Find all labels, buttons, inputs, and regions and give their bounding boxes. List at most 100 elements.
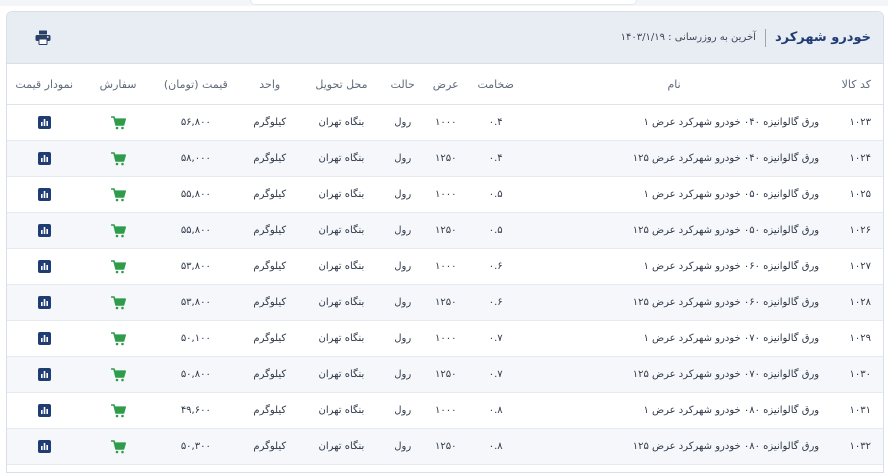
bar-chart-icon <box>37 152 51 165</box>
bar-chart-icon <box>37 224 51 237</box>
col-unit[interactable]: واحد <box>236 64 303 105</box>
product-thickness: ۰.۸ <box>466 392 526 429</box>
cart-icon <box>110 403 126 417</box>
chart-cell <box>7 320 82 357</box>
delivery-place: بنگاه تهران <box>302 392 381 429</box>
bar-chart-icon <box>37 368 51 381</box>
product-name: ورق گالوانیزه ۰۷۰ خودرو شهرکرد عرض ۱ <box>525 320 824 357</box>
product-width: ۱۲۵۰ <box>425 140 467 177</box>
order-cell <box>81 140 155 177</box>
table-row: ۱۰۲۷ ورق گالوانیزه ۰۶۰ خودرو شهرکرد عرض … <box>7 248 883 285</box>
col-thickness[interactable]: ضخامت <box>466 64 526 105</box>
price-chart-button[interactable] <box>37 368 51 381</box>
chart-cell <box>7 176 82 213</box>
table-row: ۱۰۲۸ ورق گالوانیزه ۰۶۰ خودرو شهرکرد عرض … <box>7 284 883 321</box>
order-button[interactable] <box>110 295 126 310</box>
order-cell <box>81 320 155 357</box>
bar-chart-icon <box>37 440 51 453</box>
table-row: ۱۰۲۳ ورق گالوانیزه ۰۴۰ خودرو شهرکرد عرض … <box>7 104 883 141</box>
product-name: ورق گالوانیزه ۰۴۰ خودرو شهرکرد عرض ۱ <box>525 104 824 141</box>
product-width: ۱۰۰۰ <box>425 104 467 141</box>
product-thickness: ۰.۵ <box>466 176 526 213</box>
delivery-place: بنگاه تهران <box>302 320 381 357</box>
order-button[interactable] <box>110 223 126 238</box>
bar-chart-icon <box>37 116 51 129</box>
price-chart-button[interactable] <box>37 188 51 201</box>
col-price[interactable]: قیمت (تومان) <box>154 64 237 105</box>
product-code: ۱۰۲۶ <box>823 212 883 249</box>
order-cell <box>81 392 155 429</box>
order-button[interactable] <box>110 187 126 202</box>
product-price: ۵۰,۱۰۰ <box>154 320 237 357</box>
cart-icon <box>110 187 126 201</box>
delivery-place: بنگاه تهران <box>302 176 381 213</box>
price-chart-button[interactable] <box>37 152 51 165</box>
product-state: رول <box>380 212 426 249</box>
product-unit: کیلوگرم <box>236 284 303 321</box>
product-width: ۱۲۵۰ <box>425 356 467 393</box>
product-code: ۱۰۲۸ <box>823 284 883 321</box>
chart-cell <box>7 428 82 465</box>
order-button[interactable] <box>110 115 126 130</box>
product-width: ۱۲۵۰ <box>425 284 467 321</box>
delivery-place: بنگاه تهران <box>302 428 381 465</box>
order-cell <box>81 176 155 213</box>
product-name: ورق گالوانیزه ۰۴۰ خودرو شهرکرد عرض ۱۲۵ <box>525 140 824 177</box>
bar-chart-icon <box>37 404 51 417</box>
product-unit: کیلوگرم <box>236 356 303 393</box>
product-unit: کیلوگرم <box>236 320 303 357</box>
price-chart-button[interactable] <box>37 260 51 273</box>
product-width: ۱۰۰۰ <box>425 248 467 285</box>
product-thickness: ۰.۷ <box>466 356 526 393</box>
product-unit: کیلوگرم <box>236 248 303 285</box>
chart-cell <box>7 392 82 429</box>
order-button[interactable] <box>110 259 126 274</box>
page-title: خودرو شهرکرد <box>774 30 871 45</box>
delivery-place: بنگاه تهران <box>302 212 381 249</box>
product-state: رول <box>380 176 426 213</box>
col-width[interactable]: عرض <box>425 64 467 105</box>
col-place[interactable]: محل تحویل <box>302 64 381 105</box>
chart-cell <box>7 140 82 177</box>
price-chart-button[interactable] <box>37 224 51 237</box>
bar-chart-icon <box>37 260 51 273</box>
col-state[interactable]: حالت <box>380 64 426 105</box>
delivery-place: بنگاه تهران <box>302 284 381 321</box>
order-button[interactable] <box>110 367 126 382</box>
table-row: ۱۰۲۵ ورق گالوانیزه ۰۵۰ خودرو شهرکرد عرض … <box>7 176 883 213</box>
price-chart-button[interactable] <box>37 116 51 129</box>
order-button[interactable] <box>110 331 126 346</box>
delivery-place: بنگاه تهران <box>302 248 381 285</box>
order-button[interactable] <box>110 403 126 418</box>
product-name: ورق گالوانیزه ۰۶۰ خودرو شهرکرد عرض ۱ <box>525 248 824 285</box>
cart-icon <box>110 439 126 453</box>
price-chart-button[interactable] <box>37 440 51 453</box>
print-button[interactable] <box>29 24 57 52</box>
product-code: ۱۰۲۵ <box>823 176 883 213</box>
order-cell <box>81 248 155 285</box>
delivery-place: بنگاه تهران <box>302 104 381 141</box>
bar-chart-icon <box>37 332 51 345</box>
col-code[interactable]: کد کالا <box>823 64 883 105</box>
chart-cell <box>7 356 82 393</box>
order-cell <box>81 104 155 141</box>
order-button[interactable] <box>110 439 126 454</box>
product-code: ۱۰۲۴ <box>823 140 883 177</box>
col-name[interactable]: نام <box>525 64 824 105</box>
product-name: ورق گالوانیزه ۰۵۰ خودرو شهرکرد عرض ۱ <box>525 176 824 213</box>
order-button[interactable] <box>110 151 126 166</box>
card-header: خودرو شهرکرد آخرین به روزرسانی : ۱۴۰۳/۱/… <box>7 12 883 64</box>
table-row: ۱۰۳۲ ورق گالوانیزه ۰۸۰ خودرو شهرکرد عرض … <box>7 428 883 465</box>
product-state: رول <box>380 104 426 141</box>
product-unit: کیلوگرم <box>236 140 303 177</box>
product-state: رول <box>380 392 426 429</box>
cart-icon <box>110 223 126 237</box>
product-state: رول <box>380 248 426 285</box>
price-chart-button[interactable] <box>37 332 51 345</box>
table-row: ۱۰۲۶ ورق گالوانیزه ۰۵۰ خودرو شهرکرد عرض … <box>7 212 883 249</box>
chart-cell <box>7 284 82 321</box>
cart-icon <box>110 367 126 381</box>
price-chart-button[interactable] <box>37 296 51 309</box>
price-chart-button[interactable] <box>37 404 51 417</box>
product-state: رول <box>380 320 426 357</box>
